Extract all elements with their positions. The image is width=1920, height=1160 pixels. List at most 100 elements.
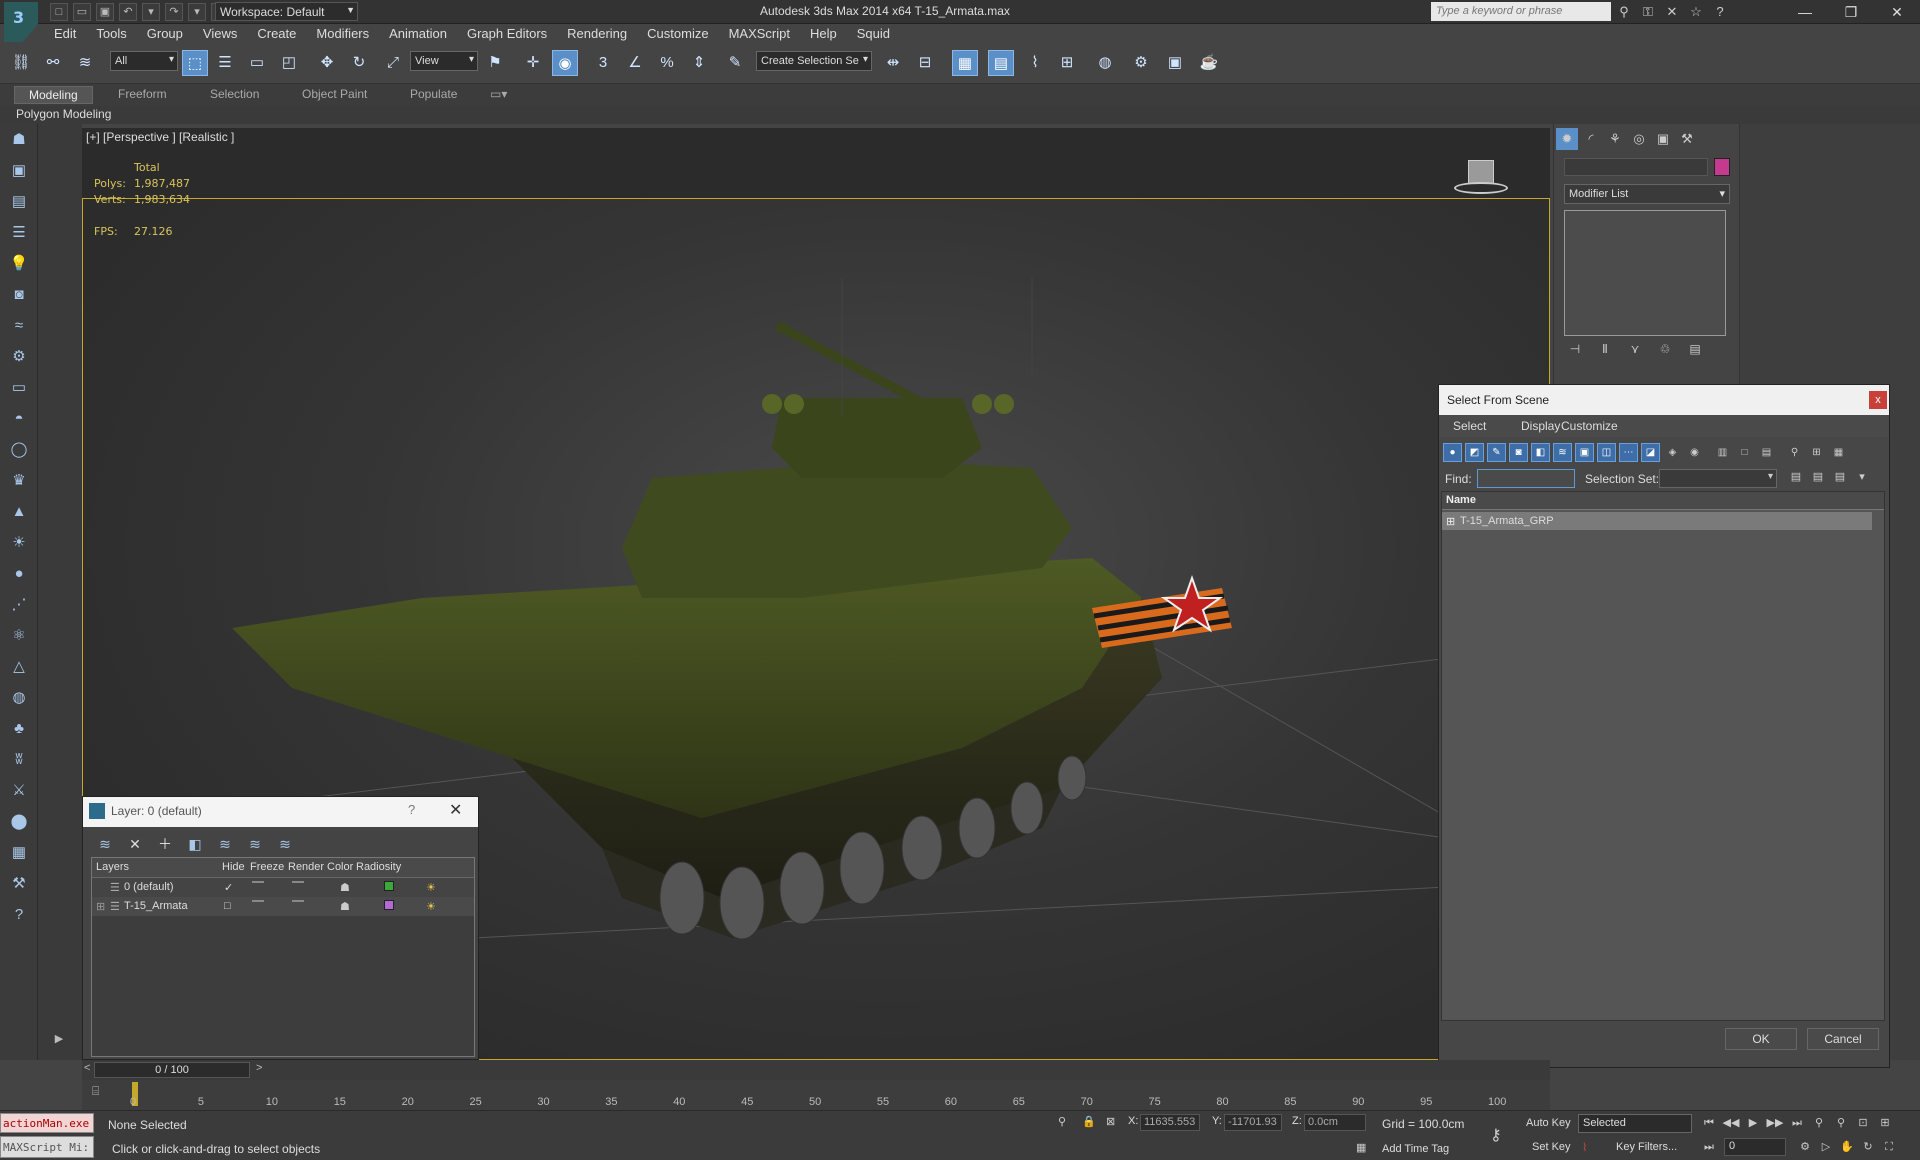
time-tag-icon[interactable]: ▦ [1356,1141,1366,1154]
play-icon[interactable]: ▶ [1744,1114,1762,1132]
hide-toggle[interactable] [252,881,264,883]
layer-name[interactable]: T-15_Armata [124,900,188,912]
track-bar[interactable]: ⌸ 0 5 10 15 20 25 30 35 40 45 50 55 60 65 70 75 80 85 90 95… [82,1080,1550,1110]
hierarchy-tab-icon[interactable]: ⚘ [1604,128,1626,150]
select-none-icon[interactable]: □ [1735,443,1754,462]
containers-filter-icon[interactable]: ◪ [1641,443,1660,462]
checkmark-icon[interactable]: ✓ [224,881,233,894]
redo-dropdown-icon[interactable]: ▾ [188,3,206,21]
current-frame-field[interactable]: 0 [1724,1138,1786,1156]
menu-help[interactable]: Help [800,24,847,44]
motion-tab-icon[interactable]: ◎ [1628,128,1650,150]
cancel-button[interactable]: Cancel [1807,1028,1879,1050]
bones-filter-icon[interactable]: ⋯ [1619,443,1638,462]
select-by-name-icon[interactable]: ☰ [212,50,238,76]
toggle-layer-explorer-icon[interactable]: ▤ [988,50,1014,76]
rect-selection-icon[interactable]: ▭ [244,50,270,76]
modify-tab-icon[interactable]: ◜ [1580,128,1602,150]
undo-dropdown-icon[interactable]: ▾ [142,3,160,21]
col-layers[interactable]: Layers [96,861,129,873]
radiosity-icon[interactable]: ☀ [426,881,436,894]
triangle-icon[interactable]: △ [0,651,38,682]
render-setup-icon[interactable]: ⚙ [1128,50,1154,76]
viewcube-ring-icon[interactable] [1454,182,1508,194]
layer-color-swatch[interactable] [384,900,394,910]
add-to-layer-icon[interactable]: ＋ [153,833,177,855]
key-mode-toggle-icon[interactable]: ⏭ [1704,1141,1714,1154]
zoom-extents-icon[interactable]: ⊡ [1854,1114,1872,1132]
col-render[interactable]: Render [288,861,324,873]
align-icon[interactable]: ⊟ [912,50,938,76]
zoom-extents-all-icon[interactable]: ⊞ [1876,1114,1894,1132]
close-icon[interactable]: ✕ [449,800,462,820]
list-icon[interactable]: ☰ [0,217,38,248]
close-icon[interactable]: ✕ [1874,0,1920,24]
select-object-icon[interactable]: ⬚ [182,50,208,76]
restore-icon[interactable]: ❐ [1828,0,1874,24]
gear-icon[interactable]: ⚙ [0,341,38,372]
hidden-filter-icon[interactable]: ◉ [1685,443,1704,462]
filter-icon[interactable]: ⚲ [1785,443,1804,462]
dome-icon[interactable]: ◓ [0,403,38,434]
menu-edit[interactable]: Edit [44,24,86,44]
material-editor-icon[interactable]: ◍ [1092,50,1118,76]
key-mode-dropdown[interactable]: Selected [1578,1114,1692,1133]
cone-icon[interactable]: ▲ [0,496,38,527]
menu-group[interactable]: Group [137,24,193,44]
close-button[interactable]: x [1869,391,1887,409]
angle-snap-icon[interactable]: ∠ [622,50,648,76]
document-icon[interactable]: ▤ [0,186,38,217]
workspace-dropdown[interactable]: Workspace: Default ▼ [215,2,358,21]
hierarchy-icon[interactable]: ⊞ [1807,443,1826,462]
undo-icon[interactable]: ↶ [119,3,137,21]
y-coordinate-field[interactable]: -11701.93 [1224,1114,1282,1131]
menu-customize[interactable]: Customize [637,24,718,44]
prev-frame-icon[interactable]: < [84,1062,90,1074]
viewcube-box-icon[interactable] [1468,160,1494,184]
toggle-scene-explorer-icon[interactable]: ▦ [952,50,978,76]
polygon-modeling-panel[interactable]: Polygon Modeling [16,107,111,121]
time-config-icon[interactable]: ⚙ [1796,1138,1814,1156]
utility-icon[interactable]: ⚒ [0,868,38,899]
key-icon[interactable]: ⚷ [1490,1125,1502,1145]
light-bulb-icon[interactable]: 💡 [0,248,38,279]
configure-sets-icon[interactable]: ▤ [1684,342,1706,362]
menu-display[interactable]: Display [1521,419,1560,433]
scale-icon[interactable]: ⤢ [380,50,406,76]
set-key-curve-icon[interactable]: ⌇ [1582,1141,1587,1154]
camera-icon[interactable]: ◙ [0,279,38,310]
layer-row[interactable]: ⊞ ☰ T-15_Armata □ ☗ ☀ [92,897,474,916]
cameras-filter-icon[interactable]: ◙ [1509,443,1528,462]
spinner-snap-icon[interactable]: ⇕ [686,50,712,76]
lights-filter-icon[interactable]: ✎ [1487,443,1506,462]
circle-icon[interactable]: ⬤ [0,806,38,837]
link-icon[interactable]: ⛓ [8,50,34,76]
next-frame-icon[interactable]: > [256,1062,262,1074]
select-objects-icon[interactable]: ◧ [183,833,207,855]
go-to-start-icon[interactable]: ⏮ [1700,1114,1718,1132]
crown-icon[interactable]: ♛ [0,465,38,496]
menu-maxscript[interactable]: MAXScript [719,24,800,44]
teapot-icon[interactable]: ☗ [0,124,38,155]
app-logo-icon[interactable] [4,2,38,42]
render-teapot-icon[interactable]: ☗ [340,900,350,913]
remove-modifier-icon[interactable]: ♲ [1654,342,1676,362]
frozen-filter-icon[interactable]: ◈ [1663,443,1682,462]
render-icon[interactable]: ▣ [0,155,38,186]
menu-graph-editors[interactable]: Graph Editors [457,24,557,44]
tools-icon[interactable]: ✕ [1663,3,1681,21]
layer-name[interactable]: 0 (default) [124,881,174,893]
hair-icon[interactable]: ʬ [0,744,38,775]
sun-icon[interactable]: ☀ [0,527,38,558]
isolate-icon[interactable]: ⚲ [1058,1115,1066,1128]
make-unique-icon[interactable]: ⋎ [1624,342,1646,362]
menu-squid[interactable]: Squid [847,24,900,44]
render-teapot-icon[interactable]: ☗ [340,881,350,894]
object-name-field[interactable] [1564,158,1708,176]
highlight-layer-icon[interactable]: ≋ [213,833,237,855]
object-color-swatch[interactable] [1714,158,1730,176]
freeze-toggle[interactable] [292,900,304,902]
radiosity-icon[interactable]: ☀ [426,900,436,913]
key-icon[interactable]: ⚿ [1639,3,1657,21]
go-to-end-icon[interactable]: ⏭ [1788,1114,1806,1132]
